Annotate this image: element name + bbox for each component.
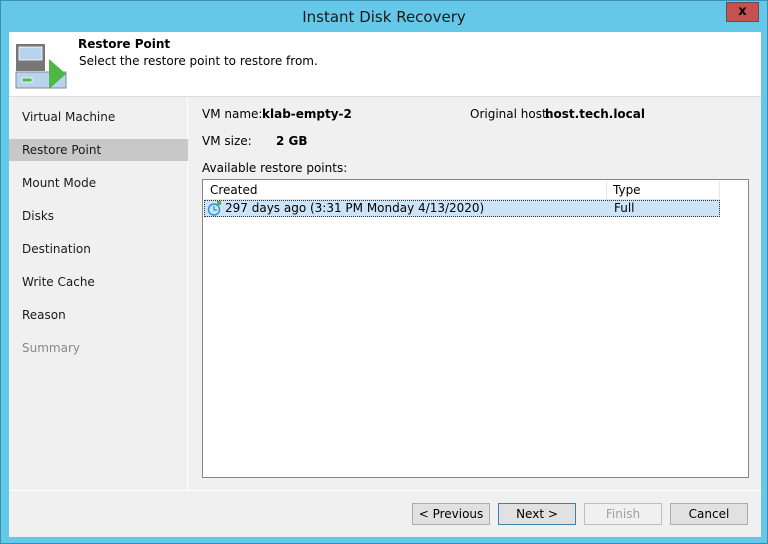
row-type: Full [614, 201, 635, 215]
dialog-window: Instant Disk Recovery x Restore Point Se… [0, 0, 768, 544]
step-restore-point[interactable]: Restore Point [9, 139, 188, 161]
vm-size-value: 2 GB [276, 134, 308, 148]
cancel-button[interactable]: Cancel [670, 503, 748, 525]
column-header-created[interactable]: Created [204, 181, 607, 200]
wizard-steps: Virtual Machine Restore Point Mount Mode… [9, 98, 188, 490]
vm-name-value: klab-empty-2 [262, 107, 352, 121]
restore-points-list[interactable]: Created Type 297 days ago (3:31 PM Monda… [202, 179, 749, 478]
wizard-header: Restore Point Select the restore point t… [9, 32, 761, 97]
step-mount-mode[interactable]: Mount Mode [9, 172, 188, 194]
original-host-label: Original host: [470, 107, 551, 121]
step-summary: Summary [22, 341, 80, 355]
restore-point-clock-icon [207, 201, 221, 216]
close-button[interactable]: x [726, 2, 759, 22]
window-title: Instant Disk Recovery [302, 8, 466, 26]
step-destination[interactable]: Destination [9, 238, 188, 260]
header-title: Restore Point [78, 37, 171, 51]
restore-point-row[interactable]: 297 days ago (3:31 PM Monday 4/13/2020) … [204, 200, 720, 217]
wizard-footer: < Previous Next > Finish Cancel [9, 490, 761, 537]
header-subtitle: Select the restore point to restore from… [79, 54, 318, 68]
dialog-client: Restore Point Select the restore point t… [9, 32, 761, 537]
step-disks[interactable]: Disks [9, 205, 188, 227]
previous-button[interactable]: < Previous [412, 503, 490, 525]
step-reason[interactable]: Reason [9, 304, 188, 326]
column-header-type[interactable]: Type [607, 181, 720, 200]
step-virtual-machine[interactable]: Virtual Machine [9, 106, 188, 128]
original-host-value: host.tech.local [545, 107, 645, 121]
next-button[interactable]: Next > [498, 503, 576, 525]
vm-size-label: VM size: [202, 134, 252, 148]
row-created: 297 days ago (3:31 PM Monday 4/13/2020) [225, 201, 485, 215]
finish-button: Finish [584, 503, 662, 525]
vm-name-label: VM name: [202, 107, 263, 121]
restore-point-icon [15, 44, 67, 89]
restore-points-label: Available restore points: [202, 161, 348, 175]
step-write-cache[interactable]: Write Cache [9, 271, 188, 293]
main-panel: VM name: klab-empty-2 Original host: hos… [189, 98, 761, 490]
